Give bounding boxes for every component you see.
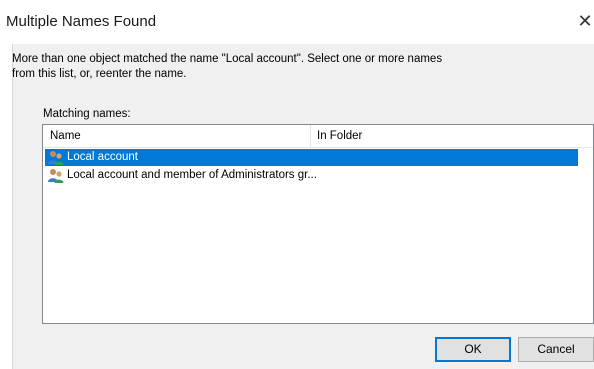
list-item[interactable]: Local account (45, 149, 578, 166)
column-header-in-folder[interactable]: In Folder (317, 130, 362, 142)
list-item[interactable]: Local account and member of Administrato… (45, 167, 578, 184)
cancel-button[interactable]: Cancel (518, 337, 594, 362)
list-item-name: Local account (67, 151, 138, 163)
title-bar: Multiple Names Found ✕ (0, 0, 594, 44)
column-divider[interactable] (310, 125, 311, 147)
list-item-name: Local account and member of Administrato… (67, 169, 317, 181)
dialog-title: Multiple Names Found (6, 13, 157, 30)
list-header: Name In Folder (43, 125, 593, 148)
matching-names-label: Matching names: (43, 108, 131, 120)
ok-button[interactable]: OK (435, 337, 511, 362)
matching-names-list[interactable]: Name In Folder Local account Local accou… (42, 124, 594, 324)
user-group-icon (47, 167, 65, 184)
close-icon[interactable]: ✕ (576, 10, 594, 32)
user-group-icon (47, 149, 65, 166)
column-header-name[interactable]: Name (50, 130, 81, 142)
dialog-message: More than one object matched the name "L… (12, 53, 443, 80)
